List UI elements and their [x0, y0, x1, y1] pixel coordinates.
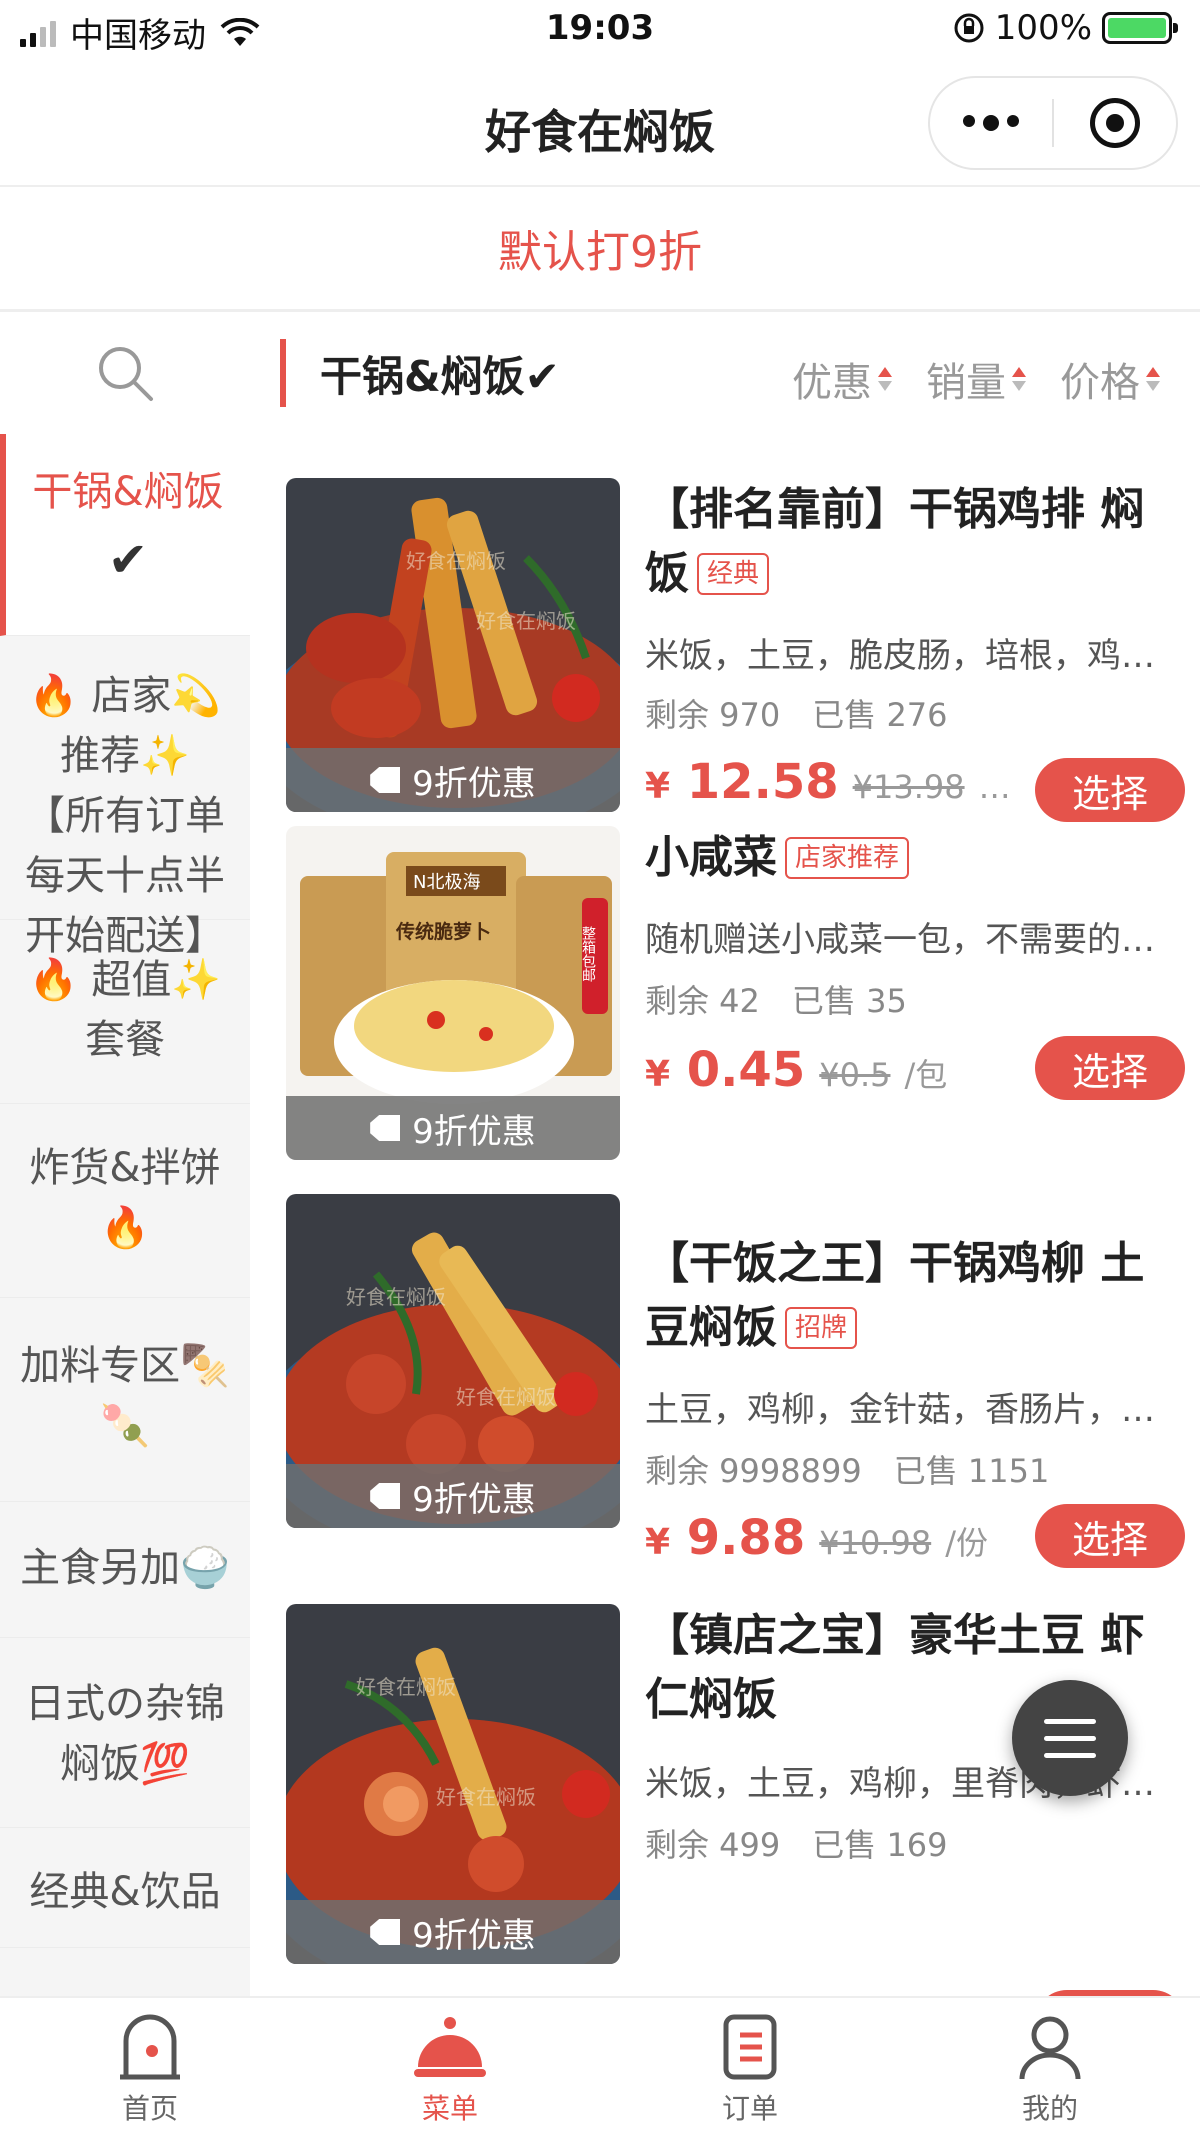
close-mini-program-button[interactable]	[1054, 98, 1176, 148]
product-name: 小咸菜 店家推荐	[645, 826, 1165, 890]
product-stock: 剩余 499 已售 169	[645, 1826, 948, 1864]
svg-text:整箱包邮: 整箱包邮	[580, 926, 596, 982]
product-name: 【干饭之王】干锅鸡柳 土豆焖饭 招牌	[645, 1238, 1145, 1353]
svg-text:好食在焖饭: 好食在焖饭	[356, 1675, 456, 1699]
price: ¥ 9.88	[645, 1510, 806, 1566]
product-desc: 米饭，土豆，脆皮肠，培根，鸡…	[645, 636, 1155, 676]
product-item[interactable]: 好食在焖饭 好食在焖饭 9折优惠 【镇店之宝】豪华土豆 虾仁焖饭 米饭，土豆，鸡…	[250, 1594, 1185, 1996]
battery-percent: 100%	[994, 8, 1092, 48]
target-icon	[1090, 98, 1140, 148]
sidebar-item-dry-pot[interactable]: 干锅&焖饭 ✔	[0, 434, 250, 636]
tag-icon	[370, 1919, 401, 1945]
svg-text:传统脆萝卜: 传统脆萝卜	[395, 920, 491, 943]
svg-text:好食在焖饭: 好食在焖饭	[436, 1785, 536, 1809]
sidebar-item-add-ons[interactable]: 加料专区🍢 🍡	[0, 1298, 250, 1502]
nav-bar: 好食在焖饭	[0, 62, 1200, 187]
mini-program-capsule	[928, 76, 1178, 170]
tab-bar: 首页 菜单 订单 我的	[0, 1996, 1200, 2133]
product-item[interactable]: N北极海 传统脆萝卜 整箱包邮 9折优惠 小咸菜 店家推荐 随机赠送小咸菜一包，不…	[250, 782, 1185, 1182]
product-name: 【排名靠前】干锅鸡排 焖饭 经典	[645, 484, 1145, 599]
tab-home[interactable]: 首页	[0, 1998, 300, 2133]
product-desc: 随机赠送小咸菜一包，不需要的…	[645, 920, 1155, 960]
orientation-lock-icon	[954, 13, 984, 43]
unit: /份	[945, 1524, 988, 1562]
sidebar-item-drinks[interactable]: 经典&饮品	[0, 1828, 250, 1948]
section-header: 干锅&焖饭✔ 优惠 销量 价格	[250, 312, 1200, 434]
product-item[interactable]: 好食在焖饭 好食在焖饭 9折优惠 【排名靠前】干锅鸡排 焖饭 经典 米饭，土豆，脆…	[250, 434, 1185, 834]
status-bar: 中国移动 19:03 100%	[0, 0, 1200, 62]
product-image: 好食在焖饭 好食在焖饭 9折优惠	[286, 1604, 620, 1964]
sort-arrows-icon	[878, 367, 892, 391]
search-icon	[99, 347, 153, 401]
original-price: ¥10.98	[819, 1524, 932, 1562]
product-image: 好食在焖饭 好食在焖饭 9折优惠	[286, 1194, 620, 1528]
sort-price[interactable]: 价格	[1060, 350, 1160, 408]
product-stock: 剩余 9998899 已售 1151	[645, 1452, 1050, 1490]
product-stock: 剩余 970 已售 276	[645, 696, 948, 734]
floating-menu-button[interactable]	[1012, 1680, 1128, 1796]
sort-sales[interactable]: 销量	[926, 350, 1026, 408]
product-desc: 土豆，鸡柳，金针菇，香肠片，…	[645, 1390, 1155, 1430]
svg-text:好食在焖饭: 好食在焖饭	[456, 1385, 556, 1409]
sidebar-item-japanese[interactable]: 日式の杂锦 焖饭💯	[0, 1638, 250, 1828]
discount-badge: 9折优惠	[286, 1096, 620, 1160]
product-label: 招牌	[785, 1307, 858, 1349]
section-title: 干锅&焖饭✔	[320, 351, 560, 401]
sidebar-item-fried[interactable]: 炸货&拌饼 🔥	[0, 1104, 250, 1298]
order-list-icon	[723, 2014, 777, 2080]
sidebar-search[interactable]	[0, 312, 250, 434]
product-label: 经典	[697, 553, 770, 595]
home-icon	[120, 2014, 180, 2080]
tab-profile[interactable]: 我的	[900, 1998, 1200, 2133]
svg-text:好食在焖饭: 好食在焖饭	[346, 1285, 446, 1309]
product-stock: 剩余 42 已售 35	[645, 982, 907, 1020]
category-sidebar: 干锅&焖饭 ✔ 🔥 店家💫 推荐✨ 【所有订单 每天十点半 开始配送】 🔥 超值…	[0, 312, 250, 1996]
product-item[interactable]: 好食在焖饭 好食在焖饭 9折优惠 【干饭之王】干锅鸡柳 土豆焖饭 招牌 土豆，鸡柳…	[250, 1182, 1185, 1582]
status-right: 100%	[953, 8, 1178, 48]
tab-orders[interactable]: 订单	[600, 1998, 900, 2133]
svg-text:好食在焖饭: 好食在焖饭	[476, 609, 576, 633]
user-icon	[1019, 2016, 1081, 2080]
discount-badge: 9折优惠	[286, 1464, 620, 1528]
tag-icon	[370, 1115, 401, 1141]
sort-discount[interactable]: 优惠	[792, 350, 892, 408]
svg-text:N北极海: N北极海	[413, 872, 480, 893]
price: ¥ 0.45	[645, 1042, 806, 1098]
product-image: N北极海 传统脆萝卜 整箱包邮 9折优惠	[286, 826, 620, 1160]
tab-menu[interactable]: 菜单	[300, 1998, 600, 2133]
sort-options: 优惠 销量 价格	[792, 350, 1160, 408]
sidebar-item-staple[interactable]: 主食另加🍚	[0, 1502, 250, 1638]
tag-icon	[370, 1483, 401, 1509]
cloche-icon	[414, 2017, 486, 2077]
svg-text:好食在焖饭: 好食在焖饭	[406, 549, 506, 573]
unit: /包	[904, 1056, 948, 1094]
original-price: ¥0.5	[819, 1056, 891, 1094]
sort-arrows-icon	[1146, 367, 1160, 391]
sort-arrows-icon	[1012, 367, 1026, 391]
sidebar-item-shop-recommend[interactable]: 🔥 店家💫 推荐✨ 【所有订单 每天十点半 开始配送】	[0, 636, 250, 959]
promo-banner: 默认打9折	[0, 187, 1200, 312]
product-image: 好食在焖饭 好食在焖饭 9折优惠	[286, 478, 620, 812]
select-button[interactable]: 选择	[1035, 1504, 1185, 1568]
product-label: 店家推荐	[785, 837, 910, 879]
discount-badge: 9折优惠	[286, 1900, 620, 1964]
battery-icon	[1102, 12, 1178, 44]
more-icon[interactable]	[930, 115, 1052, 131]
select-button[interactable]: 选择	[1035, 1036, 1185, 1100]
